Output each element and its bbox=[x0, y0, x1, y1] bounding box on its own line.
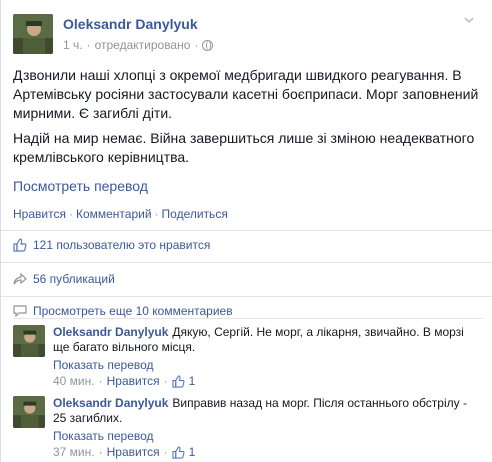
comment-author[interactable]: Oleksandr Danylyuk bbox=[53, 325, 168, 339]
see-translation-link[interactable]: Посмотреть перевод bbox=[13, 178, 148, 194]
comment-meta: 37 мин. · Нравится · 1 bbox=[53, 445, 195, 459]
post-header: Oleksandr Danylyuk 1 ч. · отредактирован… bbox=[13, 12, 483, 54]
thumbs-up-icon bbox=[171, 374, 185, 388]
like-link[interactable]: Нравится bbox=[13, 207, 66, 221]
comment-text: Oleksandr Danylyuk Дякую, Сергій. Не морг… bbox=[53, 325, 483, 355]
thumbs-up-icon bbox=[13, 238, 27, 252]
divider bbox=[13, 318, 483, 319]
author-avatar[interactable] bbox=[13, 14, 53, 54]
likes-count[interactable]: 121 пользователю это нравится bbox=[33, 238, 210, 252]
likes-summary[interactable]: 121 пользователю это нравится bbox=[13, 238, 210, 252]
meta-dot: · bbox=[194, 38, 199, 52]
comment-avatar[interactable] bbox=[13, 396, 45, 428]
view-more-comments-label[interactable]: Просмотреть еще 10 комментариев bbox=[33, 304, 233, 318]
edited-label[interactable]: отредактировано bbox=[95, 38, 191, 52]
comment-time[interactable]: 40 мин. bbox=[53, 374, 95, 388]
post-paragraph-1: Дзвонили наші хлопці з окремої медбригад… bbox=[13, 67, 479, 121]
comment-like-link[interactable]: Нравится bbox=[107, 374, 160, 388]
divider bbox=[1, 230, 492, 231]
action-dot: · bbox=[68, 207, 73, 221]
show-translation-link[interactable]: Показать перевод bbox=[53, 358, 154, 372]
comment-author[interactable]: Oleksandr Danylyuk bbox=[53, 396, 168, 410]
comment-time[interactable]: 37 мин. bbox=[53, 445, 95, 459]
comment-meta: 40 мин. · Нравится · 1 bbox=[53, 374, 195, 388]
post-time[interactable]: 1 ч. bbox=[63, 38, 83, 52]
comment-like-count[interactable]: 1 bbox=[189, 445, 196, 459]
post-body: Дзвонили наші хлопці з окремої медбригад… bbox=[13, 66, 481, 173]
author-name[interactable]: Oleksandr Danylyuk bbox=[63, 16, 198, 32]
comment-like-count[interactable]: 1 bbox=[189, 374, 196, 388]
comment: Oleksandr Danylyuk Дякую, Сергій. Не морг… bbox=[13, 325, 483, 388]
post-meta: 1 ч. · отредактировано · bbox=[63, 38, 214, 52]
comment: Oleksandr Danylyuk Виправив назад на морг… bbox=[13, 396, 483, 459]
meta-dot: · bbox=[98, 445, 103, 459]
show-translation-link[interactable]: Показать перевод bbox=[53, 429, 154, 443]
action-dot: · bbox=[154, 207, 159, 221]
thumbs-up-icon bbox=[171, 445, 185, 459]
shares-count[interactable]: 56 публикаций bbox=[33, 272, 115, 286]
shares-summary[interactable]: 56 публикаций bbox=[13, 272, 115, 286]
comment-like-link[interactable]: Нравится bbox=[107, 445, 160, 459]
facebook-post: Oleksandr Danylyuk 1 ч. · отредактирован… bbox=[0, 0, 492, 462]
meta-dot: · bbox=[86, 38, 91, 52]
meta-dot: · bbox=[98, 374, 103, 388]
share-icon bbox=[13, 272, 27, 285]
comment-text: Oleksandr Danylyuk Виправив назад на морг… bbox=[53, 396, 483, 426]
meta-dot: · bbox=[163, 445, 168, 459]
chevron-down-icon[interactable] bbox=[463, 14, 475, 26]
share-link[interactable]: Поделиться bbox=[162, 207, 228, 221]
comment-link[interactable]: Комментарий bbox=[76, 207, 152, 221]
globe-icon bbox=[202, 39, 214, 51]
divider bbox=[1, 296, 492, 297]
meta-dot: · bbox=[163, 374, 168, 388]
comment-avatar[interactable] bbox=[13, 325, 45, 357]
post-actions: Нравится · Комментарий · Поделиться bbox=[13, 207, 228, 221]
view-more-comments[interactable]: Просмотреть еще 10 комментариев bbox=[13, 304, 233, 318]
divider bbox=[1, 262, 492, 263]
post-paragraph-2: Надій на мир немає. Війна завершиться ли… bbox=[13, 130, 475, 165]
comment-icon bbox=[13, 305, 27, 317]
